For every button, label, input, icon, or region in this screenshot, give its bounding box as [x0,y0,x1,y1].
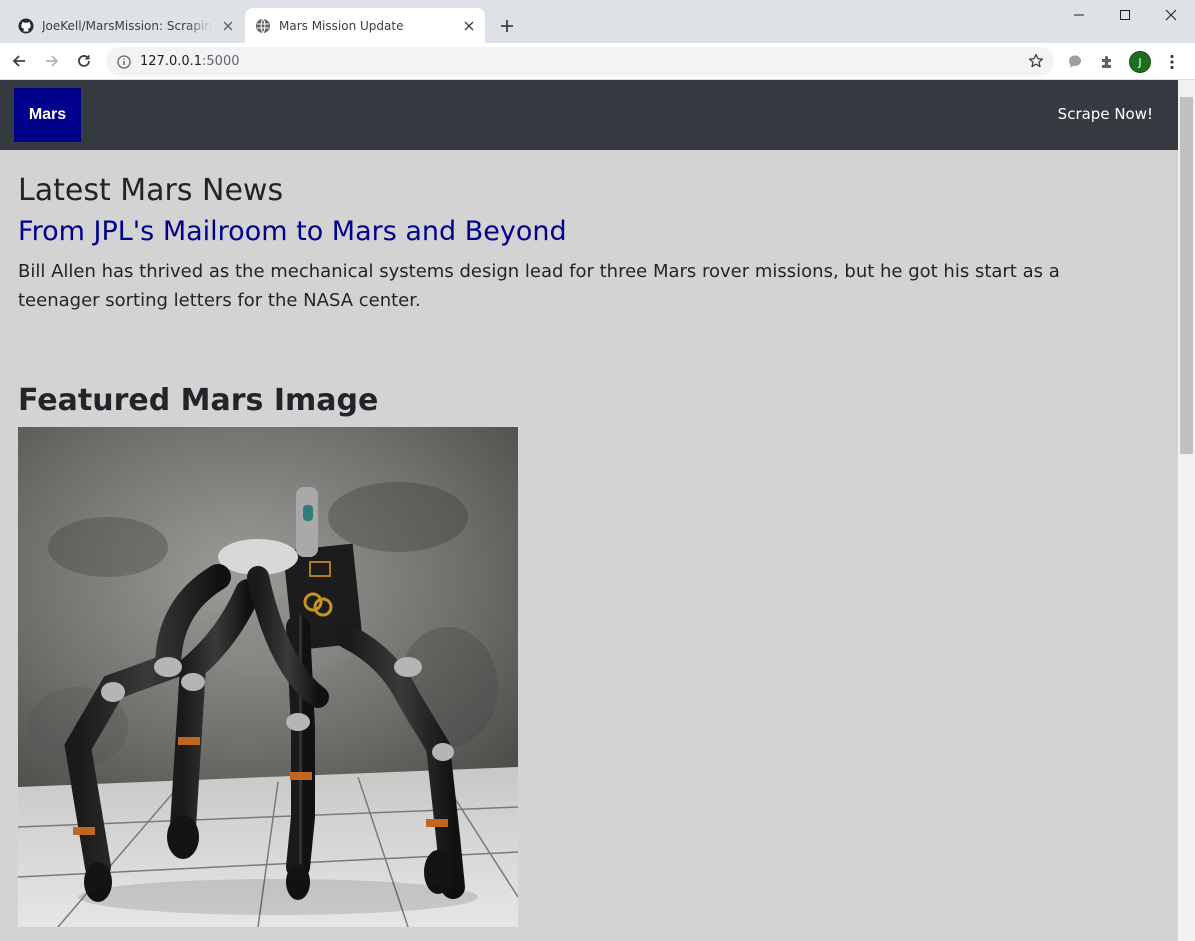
main-content: Latest Mars News From JPL's Mailroom to … [18,170,1158,927]
url-port: :5000 [202,54,240,69]
brand-link[interactable]: Mars [14,88,81,142]
featured-image-heading: Featured Mars Image [18,383,379,418]
tab-title: JoeKell/MarsMission: Scraping im [42,18,212,33]
scrape-now-link[interactable]: Scrape Now! [1058,105,1153,123]
info-icon[interactable] [116,54,132,70]
profile-avatar[interactable]: J [1129,51,1151,73]
scrollbar-thumb[interactable] [1180,97,1193,454]
url-text: 127.0.0.1:5000 [140,54,240,69]
tab-title: Mars Mission Update [279,18,404,33]
bookmark-star-icon[interactable] [1028,53,1044,69]
new-tab-button[interactable] [496,15,518,37]
tab-mars-mission[interactable]: Mars Mission Update [245,8,485,43]
maximize-button[interactable] [1102,0,1148,30]
address-bar[interactable]: 127.0.0.1:5000 [106,47,1054,76]
globe-icon [255,18,271,34]
news-heading: Latest Mars News [18,173,284,208]
forward-arrow-icon[interactable] [38,47,66,75]
news-paragraph: Bill Allen has thrived as the mechanical… [18,261,1060,311]
tab-strip: JoeKell/MarsMission: Scraping im Mars Mi… [0,0,1195,43]
close-icon[interactable] [461,18,477,34]
github-icon [18,18,34,34]
tab-github[interactable]: JoeKell/MarsMission: Scraping im [8,8,244,43]
more-menu-icon[interactable] [1162,51,1182,73]
page-viewport: Mars Scrape Now! Latest Mars News From J… [0,80,1178,941]
news-title: From JPL's Mailroom to Mars and Beyond [18,216,567,247]
back-arrow-icon[interactable] [5,47,33,75]
browser-toolbar: 127.0.0.1:5000 J [0,43,1195,80]
close-icon[interactable] [220,18,236,34]
url-host: 127.0.0.1 [140,54,203,69]
extension-icon[interactable] [1065,52,1085,72]
minimize-button[interactable] [1056,0,1102,30]
puzzle-icon[interactable] [1097,52,1117,72]
close-window-button[interactable] [1148,0,1194,30]
featured-mars-image [18,427,518,927]
reload-icon[interactable] [70,47,98,75]
page-scrollbar[interactable] [1178,80,1195,941]
site-navbar: Mars Scrape Now! [0,80,1178,150]
